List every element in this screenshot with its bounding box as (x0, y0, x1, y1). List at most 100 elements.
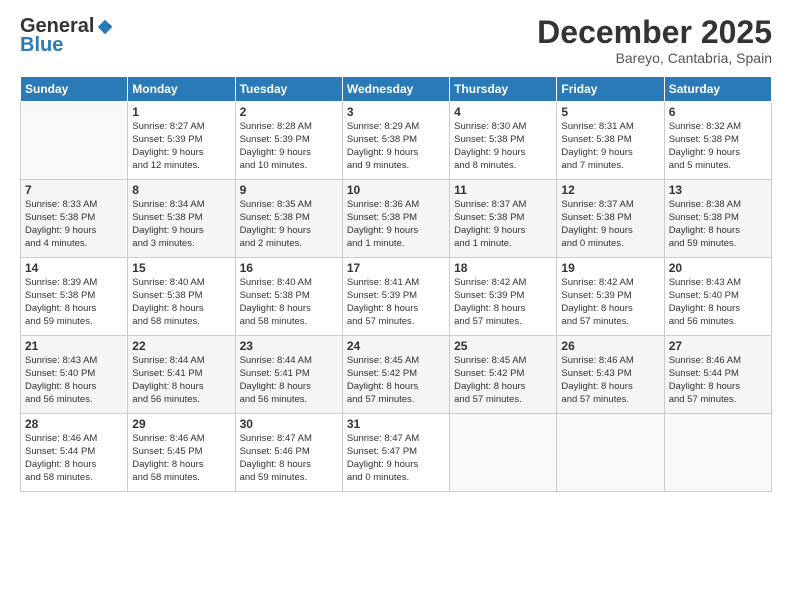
calendar-week-row: 14 Sunrise: 8:39 AM Sunset: 5:38 PM Dayli… (21, 258, 772, 336)
day-info: Sunrise: 8:42 AM Sunset: 5:39 PM Dayligh… (454, 277, 552, 328)
day-info: Sunrise: 8:37 AM Sunset: 5:38 PM Dayligh… (454, 199, 552, 250)
day-info: Sunrise: 8:29 AM Sunset: 5:38 PM Dayligh… (347, 121, 445, 172)
day-number: 30 (240, 417, 338, 431)
day-number: 17 (347, 261, 445, 275)
page-container: General Blue December 2025 Bareyo, Canta… (0, 0, 792, 612)
table-row: 3Sunrise: 8:29 AM Sunset: 5:38 PM Daylig… (342, 102, 449, 180)
day-info: Sunrise: 8:37 AM Sunset: 5:38 PM Dayligh… (561, 199, 659, 250)
col-thursday: Thursday (450, 77, 557, 102)
day-info: Sunrise: 8:30 AM Sunset: 5:38 PM Dayligh… (454, 121, 552, 172)
day-number: 20 (669, 261, 767, 275)
day-number: 18 (454, 261, 552, 275)
table-row: 8Sunrise: 8:34 AM Sunset: 5:38 PM Daylig… (128, 180, 235, 258)
day-number: 28 (25, 417, 123, 431)
table-row: 4Sunrise: 8:30 AM Sunset: 5:38 PM Daylig… (450, 102, 557, 180)
day-number: 16 (240, 261, 338, 275)
day-number: 9 (240, 183, 338, 197)
day-info: Sunrise: 8:46 AM Sunset: 5:44 PM Dayligh… (25, 433, 123, 484)
day-info: Sunrise: 8:28 AM Sunset: 5:39 PM Dayligh… (240, 121, 338, 172)
table-row: 20 Sunrise: 8:43 AM Sunset: 5:40 PM Dayli… (664, 258, 771, 336)
table-row: 28 Sunrise: 8:46 AM Sunset: 5:44 PM Dayli… (21, 414, 128, 492)
table-row: 17 Sunrise: 8:41 AM Sunset: 5:39 PM Dayli… (342, 258, 449, 336)
day-info: Sunrise: 8:47 AM Sunset: 5:46 PM Dayligh… (240, 433, 338, 484)
day-info: Sunrise: 8:33 AM Sunset: 5:38 PM Dayligh… (25, 199, 123, 250)
table-row: 19 Sunrise: 8:42 AM Sunset: 5:39 PM Dayli… (557, 258, 664, 336)
day-info: Sunrise: 8:27 AM Sunset: 5:39 PM Dayligh… (132, 121, 230, 172)
day-number: 15 (132, 261, 230, 275)
day-number: 25 (454, 339, 552, 353)
day-info: Sunrise: 8:32 AM Sunset: 5:38 PM Dayligh… (669, 121, 767, 172)
day-number: 19 (561, 261, 659, 275)
calendar-week-row: 28 Sunrise: 8:46 AM Sunset: 5:44 PM Dayli… (21, 414, 772, 492)
table-row: 14 Sunrise: 8:39 AM Sunset: 5:38 PM Dayli… (21, 258, 128, 336)
day-info: Sunrise: 8:43 AM Sunset: 5:40 PM Dayligh… (669, 277, 767, 328)
col-monday: Monday (128, 77, 235, 102)
table-row: 15Sunrise: 8:40 AM Sunset: 5:38 PM Dayli… (128, 258, 235, 336)
page-header: General Blue December 2025 Bareyo, Canta… (20, 15, 772, 66)
calendar-week-row: 21Sunrise: 8:43 AM Sunset: 5:40 PM Dayli… (21, 336, 772, 414)
day-number: 8 (132, 183, 230, 197)
day-number: 1 (132, 105, 230, 119)
table-row (557, 414, 664, 492)
table-row: 29 Sunrise: 8:46 AM Sunset: 5:45 PM Dayli… (128, 414, 235, 492)
table-row: 18 Sunrise: 8:42 AM Sunset: 5:39 PM Dayli… (450, 258, 557, 336)
col-wednesday: Wednesday (342, 77, 449, 102)
logo-icon (96, 18, 114, 36)
day-number: 12 (561, 183, 659, 197)
calendar-week-row: 7Sunrise: 8:33 AM Sunset: 5:38 PM Daylig… (21, 180, 772, 258)
table-row: 2 Sunrise: 8:28 AM Sunset: 5:39 PM Daylig… (235, 102, 342, 180)
logo-blue-text: Blue (20, 34, 63, 57)
table-row (450, 414, 557, 492)
day-number: 11 (454, 183, 552, 197)
day-info: Sunrise: 8:47 AM Sunset: 5:47 PM Dayligh… (347, 433, 445, 484)
col-tuesday: Tuesday (235, 77, 342, 102)
day-number: 23 (240, 339, 338, 353)
table-row: 6 Sunrise: 8:32 AM Sunset: 5:38 PM Daylig… (664, 102, 771, 180)
day-info: Sunrise: 8:35 AM Sunset: 5:38 PM Dayligh… (240, 199, 338, 250)
day-info: Sunrise: 8:41 AM Sunset: 5:39 PM Dayligh… (347, 277, 445, 328)
day-number: 2 (240, 105, 338, 119)
day-info: Sunrise: 8:44 AM Sunset: 5:41 PM Dayligh… (240, 355, 338, 406)
day-info: Sunrise: 8:45 AM Sunset: 5:42 PM Dayligh… (454, 355, 552, 406)
table-row: 24Sunrise: 8:45 AM Sunset: 5:42 PM Dayli… (342, 336, 449, 414)
table-row: 30 Sunrise: 8:47 AM Sunset: 5:46 PM Dayli… (235, 414, 342, 492)
day-number: 13 (669, 183, 767, 197)
table-row: 31Sunrise: 8:47 AM Sunset: 5:47 PM Dayli… (342, 414, 449, 492)
table-row (21, 102, 128, 180)
table-row: 23 Sunrise: 8:44 AM Sunset: 5:41 PM Dayli… (235, 336, 342, 414)
day-number: 10 (347, 183, 445, 197)
table-row: 10 Sunrise: 8:36 AM Sunset: 5:38 PM Dayli… (342, 180, 449, 258)
table-row: 9 Sunrise: 8:35 AM Sunset: 5:38 PM Daylig… (235, 180, 342, 258)
day-number: 14 (25, 261, 123, 275)
day-info: Sunrise: 8:44 AM Sunset: 5:41 PM Dayligh… (132, 355, 230, 406)
table-row (664, 414, 771, 492)
day-info: Sunrise: 8:39 AM Sunset: 5:38 PM Dayligh… (25, 277, 123, 328)
day-info: Sunrise: 8:38 AM Sunset: 5:38 PM Dayligh… (669, 199, 767, 250)
col-saturday: Saturday (664, 77, 771, 102)
day-number: 22 (132, 339, 230, 353)
day-number: 27 (669, 339, 767, 353)
day-info: Sunrise: 8:46 AM Sunset: 5:45 PM Dayligh… (132, 433, 230, 484)
table-row: 1 Sunrise: 8:27 AM Sunset: 5:39 PM Daylig… (128, 102, 235, 180)
table-row: 11 Sunrise: 8:37 AM Sunset: 5:38 PM Dayli… (450, 180, 557, 258)
day-info: Sunrise: 8:42 AM Sunset: 5:39 PM Dayligh… (561, 277, 659, 328)
calendar-week-row: 1 Sunrise: 8:27 AM Sunset: 5:39 PM Daylig… (21, 102, 772, 180)
day-number: 5 (561, 105, 659, 119)
col-friday: Friday (557, 77, 664, 102)
table-row: 21Sunrise: 8:43 AM Sunset: 5:40 PM Dayli… (21, 336, 128, 414)
day-number: 29 (132, 417, 230, 431)
table-row: 13 Sunrise: 8:38 AM Sunset: 5:38 PM Dayli… (664, 180, 771, 258)
day-number: 24 (347, 339, 445, 353)
logo: General Blue (20, 15, 114, 57)
day-number: 6 (669, 105, 767, 119)
day-info: Sunrise: 8:36 AM Sunset: 5:38 PM Dayligh… (347, 199, 445, 250)
table-row: 25 Sunrise: 8:45 AM Sunset: 5:42 PM Dayli… (450, 336, 557, 414)
calendar-header-row: Sunday Monday Tuesday Wednesday Thursday… (21, 77, 772, 102)
table-row: 22 Sunrise: 8:44 AM Sunset: 5:41 PM Dayli… (128, 336, 235, 414)
day-number: 26 (561, 339, 659, 353)
day-number: 21 (25, 339, 123, 353)
day-info: Sunrise: 8:31 AM Sunset: 5:38 PM Dayligh… (561, 121, 659, 172)
day-info: Sunrise: 8:46 AM Sunset: 5:44 PM Dayligh… (669, 355, 767, 406)
month-title: December 2025 (537, 15, 772, 50)
col-sunday: Sunday (21, 77, 128, 102)
